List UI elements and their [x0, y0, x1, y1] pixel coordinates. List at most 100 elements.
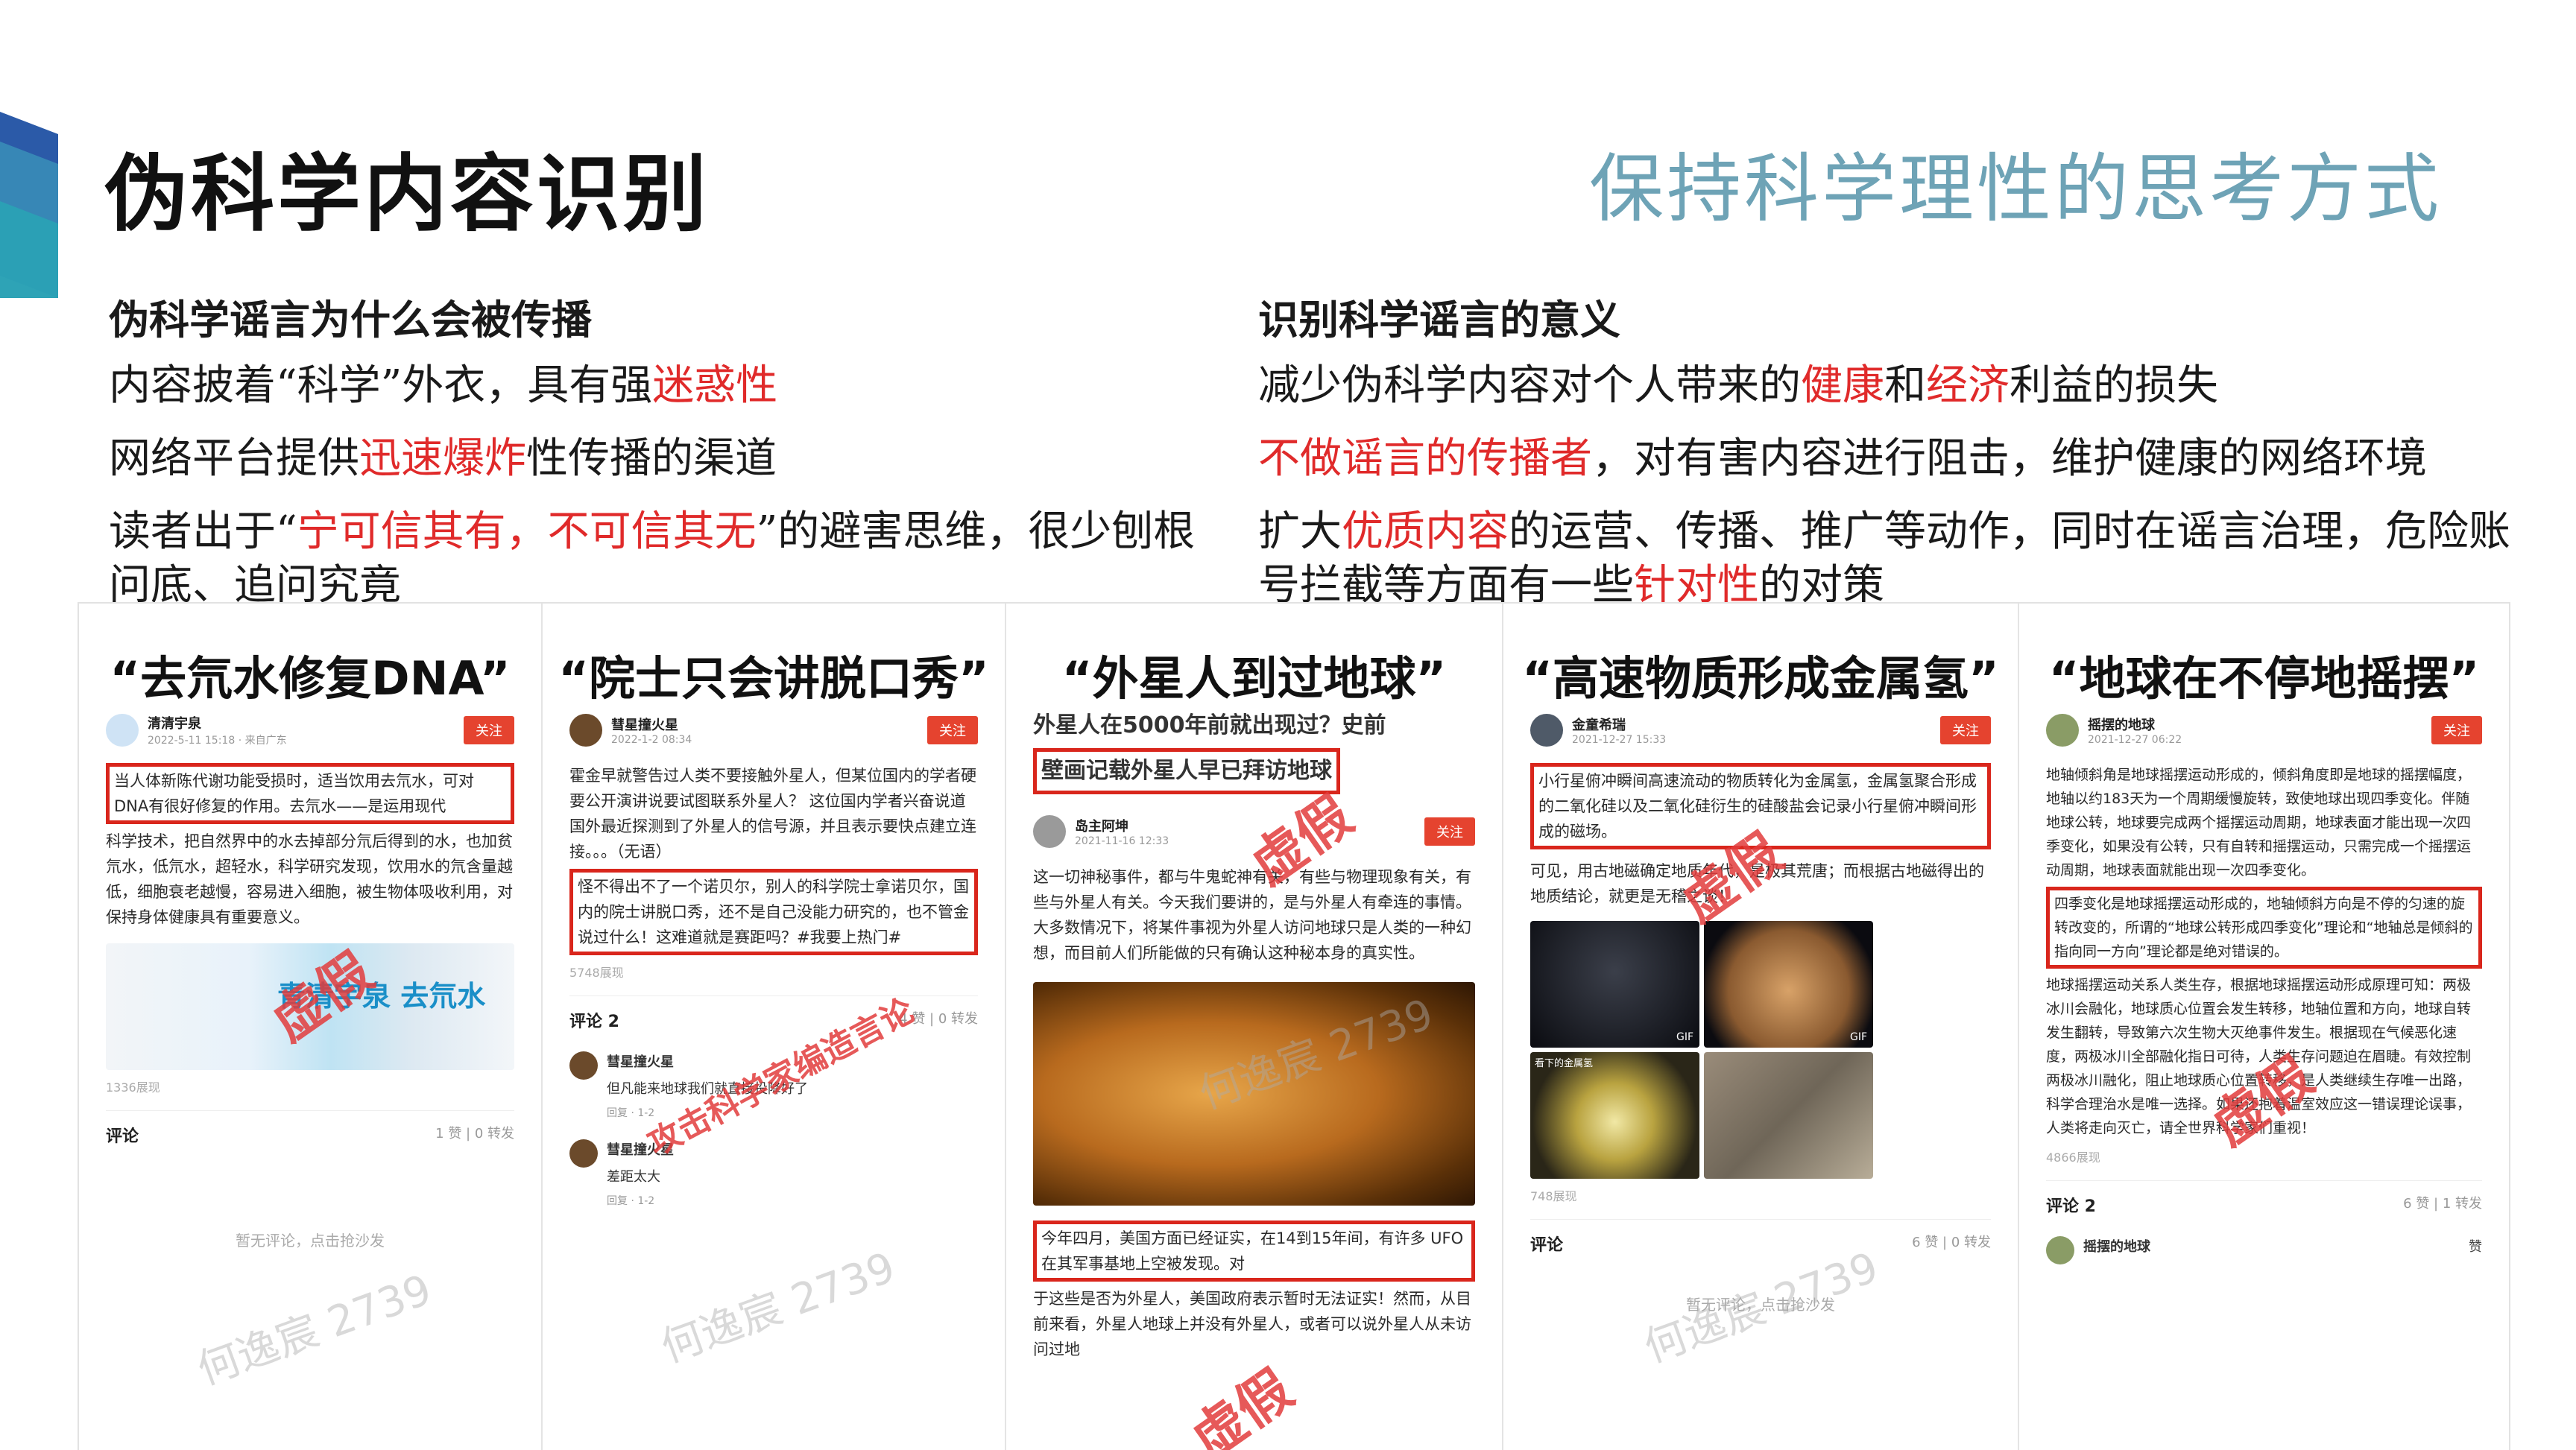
image-glow[interactable]: 看下的金属氢: [1530, 1052, 1699, 1179]
image-grid: GIF GIF 看下的金属氢: [1530, 921, 1873, 1179]
post-author: 金童希瑞 2021-12-27 15:33 关注: [1530, 708, 1991, 753]
comments-label[interactable]: 评论: [1530, 1232, 1563, 1256]
comments-label[interactable]: 评论 2: [2046, 1193, 2096, 1217]
comment-bar: 评论 6 赞 | 0 转发: [1530, 1219, 1991, 1256]
avatar[interactable]: [1530, 714, 1563, 747]
text: 利益的损失: [2010, 361, 2218, 410]
reply-link[interactable]: 回复 · 1-2: [607, 1105, 808, 1120]
avatar[interactable]: [2046, 714, 2079, 747]
post-text: 于这些是否为外星人，美国政府表示暂时无法证实！然而，从目前来看，外星人地球上并没…: [1033, 1290, 1471, 1358]
highlight: 健康: [1801, 361, 1884, 410]
avatar[interactable]: [569, 714, 602, 747]
comment-text: 差距太大: [607, 1169, 660, 1185]
cave-painting-image[interactable]: [1033, 982, 1475, 1206]
post-body: 这一切神秘事件，都与牛鬼蛇神有关，有些与物理现象有关，有些与外星人有关。今天我们…: [1033, 864, 1475, 966]
image-caption: 看下的金属氢: [1535, 1058, 1594, 1069]
commenter-name[interactable]: 彗星撞火星: [607, 1051, 808, 1071]
product-image[interactable]: 青清宇泉 去氘水: [106, 943, 514, 1070]
view-count: 5748展现: [569, 966, 624, 980]
slide-title: 伪科学内容识别: [104, 145, 710, 243]
panel-title: “去氘水修复DNA”: [110, 651, 511, 706]
post-body: 小行星俯冲瞬间高速流动的物质转化为金属氢，金属氢聚合形成的二氧化硅以及二氧化硅衍…: [1530, 763, 1991, 909]
highlighted-claim: 四季变化是地球摇摆运动形成的，地轴倾斜方向是不停的匀速的旋转改变的，所谓的“地球…: [2046, 887, 2482, 969]
comments-label[interactable]: 评论 2: [569, 1008, 619, 1032]
post-text: 地轴倾斜角是地球摇摆运动形成的，倾斜角度即是地球的摇摆幅度，地轴以约183天为一…: [2046, 767, 2472, 878]
highlight: 迅速爆炸: [359, 434, 526, 483]
like-button[interactable]: 赞: [2469, 1236, 2482, 1264]
author-info: 清清宇泉 2022-5-11 15:18 · 来自广东: [148, 713, 287, 747]
gif-badge: GIF: [1676, 1031, 1693, 1043]
panel-metallic-hydrogen: “高速物质形成金属氢” 金童希瑞 2021-12-27 15:33 关注 小行星…: [1503, 604, 2019, 1450]
author-info: 岛主阿坤 2021-11-16 12:33: [1075, 816, 1169, 847]
comment-bar: 评论 2 6 赞 | 1 转发: [2046, 1180, 2482, 1217]
empty-comments[interactable]: 暂无评论，点击抢沙发: [1530, 1293, 1991, 1314]
text: 扩大: [1258, 507, 1342, 556]
avatar[interactable]: [569, 1051, 598, 1080]
post-text: 科学技术，把自然界中的水去掉部分氘后得到的水，也加贫氘水，低氘水，超轻水，科学研…: [106, 832, 513, 926]
highlight: 迷惑性: [652, 361, 778, 410]
follow-button[interactable]: 关注: [1424, 817, 1475, 846]
post-text: 可见，用古地磁确定地质年代，是极其荒唐；而根据古地磁得出的地质结论，就更是无稽之…: [1530, 862, 1984, 905]
text: 性传播的渠道: [526, 434, 777, 483]
empty-comments[interactable]: 暂无评论，点击抢沙发: [106, 1229, 514, 1250]
author-name[interactable]: 岛主阿坤: [1075, 816, 1169, 835]
post-text: 这一切神秘事件，都与牛鬼蛇神有关，有些与物理现象有关，有些与外星人有关。今天我们…: [1033, 868, 1471, 962]
comments-label[interactable]: 评论: [106, 1123, 139, 1147]
post-author: 彗星撞火星 2022-1-2 08:34 关注: [569, 708, 978, 753]
avatar[interactable]: [106, 714, 139, 747]
panel-title: “院士只会讲脱口秀”: [558, 651, 989, 706]
avatar[interactable]: [1033, 815, 1066, 848]
post-date: 2022-5-11 15:18 · 来自广东: [148, 735, 287, 747]
author-name[interactable]: 清清宇泉: [148, 713, 287, 732]
commenter-name[interactable]: 摇摆的地球: [2083, 1236, 2150, 1264]
right-point-1: 减少伪科学内容对个人带来的健康和经济利益的损失: [1258, 359, 2525, 413]
post-author: 清清宇泉 2022-5-11 15:18 · 来自广东 关注: [106, 708, 514, 753]
highlighted-claim: 今年四月，美国方面已经证实，在14到15年间，有许多 UFO在其军事基地上空被发…: [1033, 1221, 1475, 1282]
follow-button[interactable]: 关注: [1940, 716, 1991, 744]
image-jupiter[interactable]: GIF: [1704, 921, 1873, 1048]
example-panels: “去氘水修复DNA” 清清宇泉 2022-5-11 15:18 · 来自广东 关…: [78, 602, 2510, 1450]
comment-bar: 评论 1 赞 | 0 转发: [106, 1110, 514, 1147]
author-name[interactable]: 彗星撞火星: [611, 715, 692, 734]
post-text: 地球摇摆运动关系人类生存，根据地球摇摆运动形成原理可知：两极冰川会融化，地球质心…: [2046, 977, 2472, 1136]
slide-subtitle: 保持科学理性的思考方式: [1589, 145, 2442, 232]
highlighted-claim: 小行星俯冲瞬间高速流动的物质转化为金属氢，金属氢聚合形成的二氧化硅以及二氧化硅衍…: [1530, 763, 1991, 849]
author-info: 摇摆的地球 2021-12-27 06:22: [2088, 715, 2182, 746]
text: ，对有害内容进行阻击，维护健康的网络环境: [1592, 434, 2427, 483]
image-rock[interactable]: [1704, 1052, 1873, 1179]
panel-academician: “院士只会讲脱口秀” 彗星撞火星 2022-1-2 08:34 关注 霍金早就警…: [543, 604, 1006, 1450]
post-stats: 4 赞 | 0 转发: [899, 1011, 978, 1027]
commenter-name[interactable]: 彗星撞火星: [607, 1139, 674, 1159]
author-name[interactable]: 摇摆的地球: [2088, 715, 2182, 734]
right-heading: 识别科学谣言的意义: [1258, 296, 1620, 343]
comment-item: 彗星撞火星 但凡能来地球我们就直接投降好了 回复 · 1-2: [569, 1051, 978, 1120]
post-stats: 1 赞 | 0 转发: [435, 1126, 514, 1142]
avatar[interactable]: [569, 1139, 598, 1168]
view-count: 4866展现: [2046, 1150, 2100, 1165]
product-label: 青清宇泉 去氘水: [277, 980, 486, 1013]
panel-deuterium-water: “去氘水修复DNA” 清清宇泉 2022-5-11 15:18 · 来自广东 关…: [79, 604, 543, 1450]
highlight: 优质内容: [1342, 507, 1509, 556]
right-point-3: 扩大优质内容的运营、传播、推广等动作，同时在谣言治理，危险账号拦截等方面有一些针…: [1258, 505, 2525, 612]
post-date: 2021-12-27 15:33: [1572, 734, 1667, 746]
follow-button[interactable]: 关注: [464, 716, 514, 744]
image-space[interactable]: GIF: [1530, 921, 1699, 1048]
post-card: 外星人在5000年前就出现过？史前 壁画记载外星人早已拜访地球 岛主阿坤 202…: [1033, 708, 1475, 1450]
follow-button[interactable]: 关注: [2431, 716, 2482, 744]
view-count: 1336展现: [106, 1080, 160, 1095]
post-card: 清清宇泉 2022-5-11 15:18 · 来自广东 关注 当人体新陈代谢功能…: [106, 708, 514, 1450]
highlight: 经济: [1926, 361, 2010, 410]
reply-link[interactable]: 回复 · 1-2: [607, 1193, 674, 1208]
post-date: 2021-11-16 12:33: [1075, 835, 1169, 847]
text: 读者出于“: [109, 507, 297, 556]
post-card: 摇摆的地球 2021-12-27 06:22 关注 地轴倾斜角是地球摇摆运动形成…: [2046, 708, 2482, 1450]
text: 和: [1884, 361, 1926, 410]
avatar[interactable]: [2046, 1236, 2074, 1264]
left-point-3: 读者出于“宁可信其有，不可信其无”的避害思维，很少刨根问底、追问究竟: [109, 505, 1205, 612]
follow-button[interactable]: 关注: [927, 716, 978, 744]
comment-bar: 评论 2 4 赞 | 0 转发: [569, 995, 978, 1032]
left-point-1: 内容披着“科学”外衣，具有强迷惑性: [109, 359, 1205, 413]
post-author: 岛主阿坤 2021-11-16 12:33 关注: [1033, 809, 1475, 854]
text: 内容披着“科学”外衣，具有强: [109, 361, 653, 410]
author-name[interactable]: 金童希瑞: [1572, 715, 1666, 734]
